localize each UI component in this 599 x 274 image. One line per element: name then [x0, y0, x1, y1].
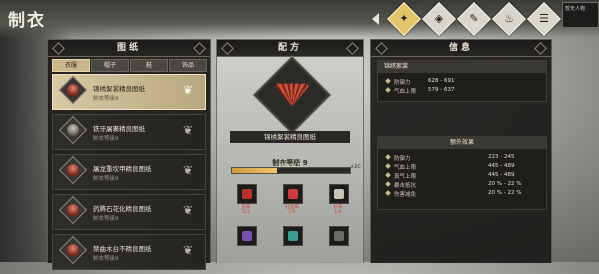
tab-tailoring[interactable]: ✦: [387, 2, 421, 36]
tab-book[interactable]: ☰: [527, 2, 561, 36]
material-slot[interactable]: [231, 223, 261, 261]
recipe-level: 制衣等级9: [93, 136, 119, 142]
material-count: 1/4: [334, 210, 342, 215]
recipe-level: 制衣等级9: [93, 176, 119, 182]
recipe-level: 制衣等级9: [93, 96, 119, 102]
recipe-name: 铁牙屠裹精良图纸: [93, 125, 145, 133]
extra-effects-title: 额外效果: [378, 137, 546, 149]
material-slot[interactable]: 剪布 1/3: [231, 181, 261, 219]
info-panel-title: 信息: [371, 40, 551, 57]
book-icon: ☰: [539, 12, 549, 25]
material-count: 1/5: [288, 210, 296, 215]
result-item-icon[interactable]: [253, 56, 331, 134]
red-cloth-icon: [58, 195, 88, 225]
diamond-bullet-icon: [385, 78, 391, 84]
blueprint-panel: 图纸 衣服 帽子 鞋 饰品 锦绣絮裳精良图纸 制衣等级9 ❦ 铁牙屠裹精良图纸 …: [47, 39, 211, 270]
recipe-item[interactable]: 禁曲木台不精良图纸 制衣等级9 ❦: [52, 234, 206, 270]
filter-hats[interactable]: 帽子: [91, 59, 129, 72]
stat-row: 真气上限 445 - 489: [378, 171, 546, 180]
diamond-bullet-icon: [385, 87, 391, 93]
material-icon: [334, 231, 344, 241]
page-title: 制衣: [8, 11, 46, 31]
tab-pot[interactable]: ♨: [492, 2, 526, 36]
filter-tabs: 衣服 帽子 鞋 饰品: [52, 59, 207, 72]
blueprint-panel-title: 图纸: [48, 40, 210, 57]
red-fan-icon: [58, 75, 88, 105]
stat-row: 伤害减免 20 % - 22 %: [378, 189, 546, 198]
recipe-level: 制衣等级9: [93, 216, 119, 222]
material-icon: [242, 189, 252, 199]
recipe-item[interactable]: 锦绣絮裳精良图纸 制衣等级9 ❦: [52, 74, 206, 110]
diamond-bullet-icon: [385, 154, 391, 160]
base-stats-box: 锦绣絮裳 防御力 628 - 691 气血上限 579 - 637: [377, 60, 547, 102]
stat-row: 防御力 223 - 245: [378, 153, 546, 162]
material-icon: [288, 231, 298, 241]
recipe-name: 药腾石花化精良图纸: [93, 205, 152, 213]
material-slot[interactable]: 红丝布 1/5: [277, 181, 307, 219]
diamond-bullet-icon: [385, 190, 391, 196]
recipe-name: 屠龙重坎甲精良图纸: [93, 165, 152, 173]
craftable-badge-icon: ❦: [182, 243, 194, 257]
diamond-bullet-icon: [385, 172, 391, 178]
red-armor-icon: [58, 155, 88, 185]
grey-armor-icon: [58, 115, 88, 145]
material-count: 1/3: [242, 210, 250, 215]
info-panel: 信息 锦绣絮裳 防御力 628 - 691 气血上限 579 - 637 额外效果 …: [370, 39, 552, 263]
diamond-bullet-icon: [385, 181, 391, 187]
filter-accessories[interactable]: 饰品: [169, 59, 207, 72]
filter-clothes[interactable]: 衣服: [52, 59, 90, 72]
pot-icon: ♨: [504, 12, 514, 25]
cloth-icon: [58, 235, 88, 265]
recipe-name: 锦绣絮裳精良图纸: [93, 85, 145, 93]
recipe-item[interactable]: 药腾石花化精良图纸 制衣等级9 ❦: [52, 194, 206, 230]
experience-text: 1999/5275: [277, 164, 303, 169]
material-icon: [242, 231, 252, 241]
extra-effects-box: 额外效果 防御力 223 - 245 气血上限 445 - 489 真气上限 445 …: [377, 136, 547, 210]
item-name: 锦绣絮裳: [378, 61, 546, 73]
stat-row: 暴击抵抗 20 % - 22 %: [378, 180, 546, 189]
material-slot[interactable]: 纱布 1/4: [323, 181, 353, 219]
recipe-item[interactable]: 屠龙重坎甲精良图纸 制衣等级9 ❦: [52, 154, 206, 190]
diamond-bullet-icon: [385, 163, 391, 169]
armor-icon: ◈: [434, 12, 444, 25]
recipe-panel-title: 配方: [217, 40, 363, 57]
material-icon: [334, 189, 344, 199]
previous-tab-arrow-icon[interactable]: [372, 13, 379, 25]
craftable-badge-icon: ❦: [182, 83, 194, 97]
craftable-badge-icon: ❦: [182, 203, 194, 217]
stat-row: 气血上限 445 - 489: [378, 162, 546, 171]
red-fan-icon: [273, 76, 311, 114]
result-item-name: 锦绣絮裳精良图纸: [230, 131, 350, 143]
tab-armor[interactable]: ◈: [422, 2, 456, 36]
mini-window-text: 暂无人物: [565, 6, 586, 12]
recipe-item[interactable]: 铁牙屠裹精良图纸 制衣等级9 ❦: [52, 114, 206, 150]
stat-row: 防御力 628 - 691: [378, 77, 546, 86]
recipe-panel: 配方 锦绣絮裳精良图纸 制衣等级 9 1999/5275 +2C 剪布 1/3 …: [216, 39, 364, 263]
stat-row: 气血上限 579 - 637: [378, 86, 546, 95]
recipe-level: 制衣等级9: [93, 256, 119, 262]
category-tab-bar: ✦ ◈ ✎ ♨ ☰: [372, 2, 572, 36]
craftable-badge-icon: ❦: [182, 123, 194, 137]
gem-icon: ✦: [399, 12, 409, 25]
experience-gain: +2C: [350, 164, 361, 170]
craftable-badge-icon: ❦: [182, 163, 194, 177]
tab-scroll[interactable]: ✎: [457, 2, 491, 36]
scroll-icon: ✎: [469, 12, 479, 25]
material-slot[interactable]: [323, 223, 353, 261]
recipe-name: 禁曲木台不精良图纸: [93, 245, 152, 253]
mini-status-window: 暂无人物: [562, 2, 599, 28]
material-slot[interactable]: [277, 223, 307, 261]
filter-shoes[interactable]: 鞋: [130, 59, 168, 72]
recipe-list: 锦绣絮裳精良图纸 制衣等级9 ❦ 铁牙屠裹精良图纸 制衣等级9 ❦ 屠龙重坎甲精…: [52, 74, 206, 274]
material-icon: [288, 189, 298, 199]
